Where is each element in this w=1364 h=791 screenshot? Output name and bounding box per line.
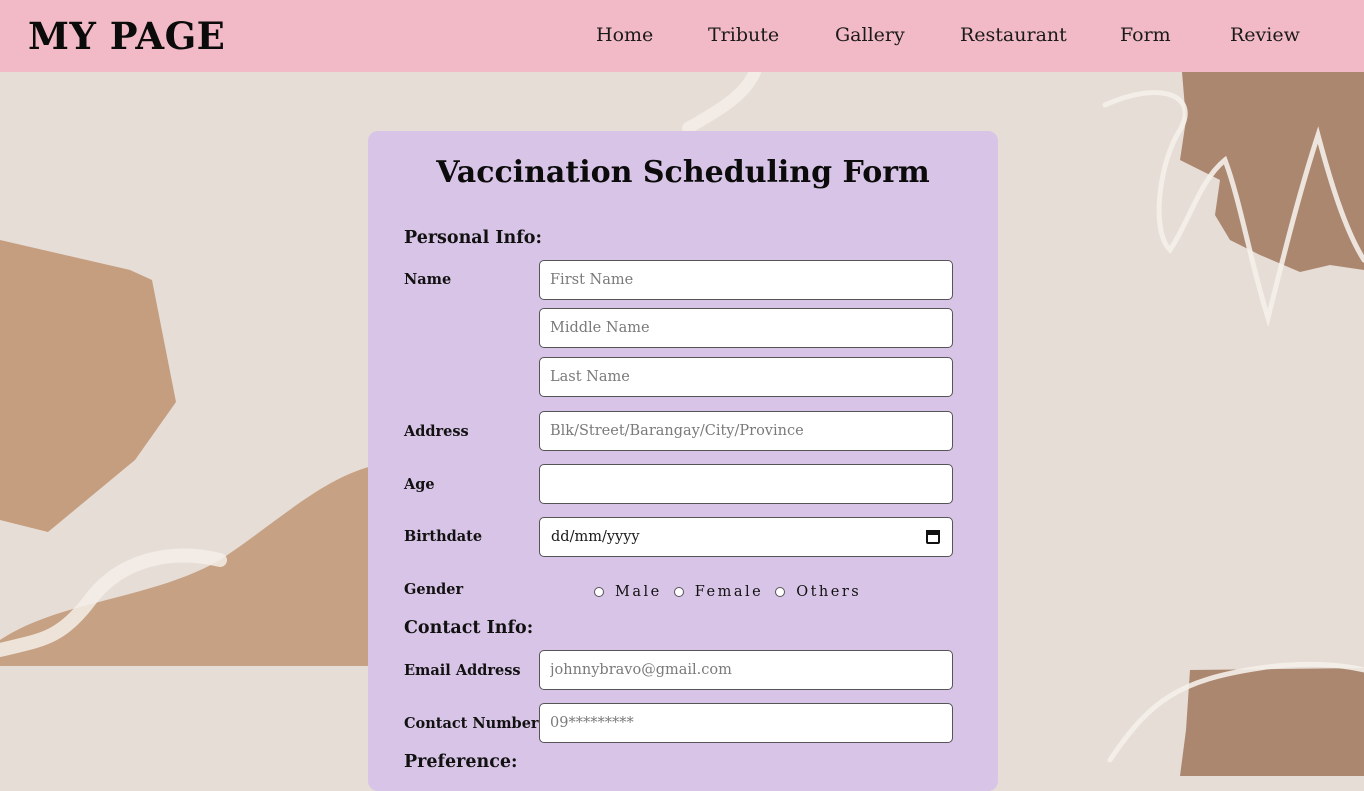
nav-form-link[interactable]: Form — [1120, 24, 1171, 46]
first-name-input[interactable] — [539, 260, 953, 300]
contact-number-input[interactable] — [539, 703, 953, 743]
birthdate-value: dd/mm/yyyy — [551, 529, 640, 545]
email-label: Email Address — [404, 662, 521, 679]
birthdate-input[interactable]: dd/mm/yyyy — [539, 517, 953, 557]
gender-label: Gender — [404, 581, 464, 598]
nav-review-link[interactable]: Review — [1230, 24, 1300, 46]
name-label: Name — [404, 271, 452, 288]
nav-gallery-link[interactable]: Gallery — [835, 24, 905, 46]
last-name-input[interactable] — [539, 357, 953, 397]
gender-male-radio[interactable] — [594, 587, 604, 597]
nav-home-link[interactable]: Home — [596, 24, 653, 46]
calendar-icon[interactable] — [926, 530, 940, 544]
contact-info-heading: Contact Info: — [404, 618, 534, 638]
preference-heading: Preference: — [404, 752, 518, 772]
age-input[interactable] — [539, 464, 953, 504]
contact-number-label: Contact Number — [404, 715, 539, 732]
gender-female-radio[interactable] — [673, 587, 684, 597]
gender-female-label[interactable]: Female — [695, 584, 763, 600]
gender-others-label[interactable]: Others — [796, 584, 861, 600]
age-label: Age — [404, 476, 435, 493]
nav-restaurant-link[interactable]: Restaurant — [960, 24, 1067, 46]
middle-name-input[interactable] — [539, 308, 953, 348]
email-input[interactable] — [539, 650, 953, 690]
address-label: Address — [404, 423, 469, 440]
gender-radio-group: Male Female Others — [594, 582, 873, 602]
vaccination-form-card: Vaccination Scheduling Form Personal Inf… — [368, 131, 998, 791]
birthdate-label: Birthdate — [404, 528, 483, 545]
form-title: Vaccination Scheduling Form — [436, 155, 930, 190]
top-navbar: MY PAGE Home Tribute Gallery Restaurant … — [0, 0, 1364, 72]
gender-male-label[interactable]: Male — [615, 584, 662, 600]
main-nav: Home Tribute Gallery Restaurant Form Rev… — [0, 24, 1364, 54]
personal-info-heading: Personal Info: — [404, 228, 542, 248]
address-input[interactable] — [539, 411, 953, 451]
gender-others-radio[interactable] — [775, 587, 786, 597]
nav-tribute-link[interactable]: Tribute — [708, 24, 779, 46]
